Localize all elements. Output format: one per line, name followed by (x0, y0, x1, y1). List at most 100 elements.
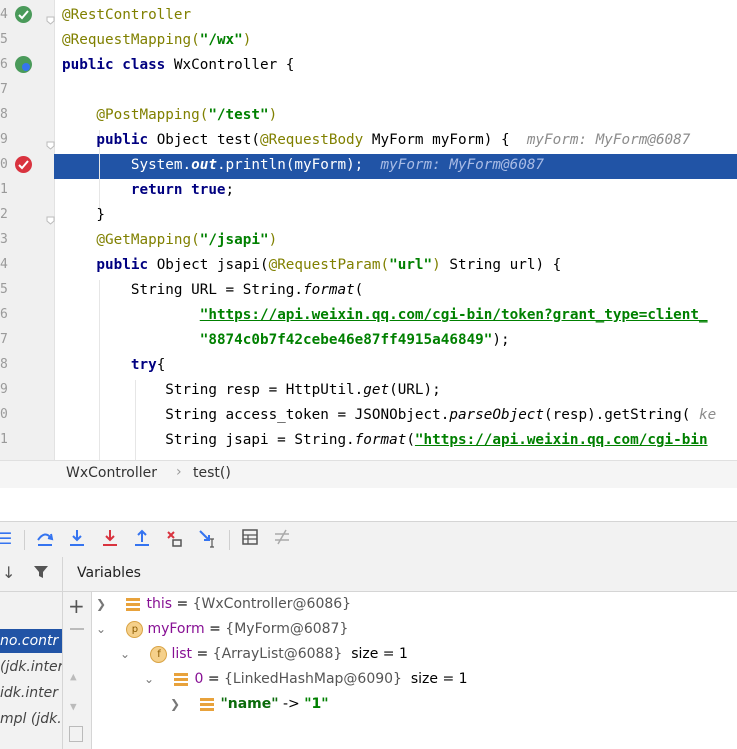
move-down-icon[interactable]: ▼ (70, 700, 77, 713)
code-line[interactable]: System.out.println(myForm); myForm: MyFo… (62, 153, 544, 178)
editor-gutter[interactable]: 4 5 6 7 8 9 0 1 2 3 4 5 6 7 8 9 0 1 (0, 0, 55, 460)
frame-item[interactable]: idk.inter (0, 681, 58, 705)
frames-toolbar: ↓ (0, 557, 62, 592)
code-line[interactable]: return true; (62, 178, 234, 203)
line-number: 6 (0, 57, 8, 72)
frame-item-selected[interactable]: no.contr (0, 629, 62, 653)
spring-bean-run-icon[interactable] (15, 56, 32, 73)
code-line[interactable]: public Object jsapi(@RequestParam("url")… (62, 253, 561, 278)
code-line[interactable]: String URL = String.format( (62, 278, 363, 303)
arrow-down-icon[interactable]: ↓ (2, 563, 15, 582)
force-step-into-icon[interactable] (99, 528, 121, 550)
code-token: return true (62, 182, 226, 198)
variable-row-myform[interactable]: ⌄ p myForm = {MyForm@6087} (96, 617, 348, 642)
code-token: Object jsapi( (156, 257, 269, 273)
move-up-icon[interactable]: ▲ (70, 670, 77, 683)
debug-toolbar: ☰ (0, 521, 737, 558)
frames-panel: ↓ no.contr (jdk.inter idk.inter mpl (jdk… (0, 557, 63, 749)
run-to-cursor-icon[interactable] (196, 528, 218, 550)
code-token: try (62, 357, 157, 373)
code-line[interactable]: "8874c0b7f42cebe46e87ff4915a46849"); (62, 328, 510, 353)
variable-row-list[interactable]: ⌄ f list = {ArrayList@6088} size = 1 (120, 642, 408, 667)
line-number: 7 (0, 82, 8, 97)
chevron-down-icon[interactable]: ⌄ (120, 642, 134, 667)
code-token: @PostMapping( (62, 107, 209, 123)
code-line[interactable]: String jsapi = String.format("https://ap… (62, 428, 708, 453)
code-token: @RequestParam( (268, 257, 390, 273)
filter-icon[interactable] (32, 563, 50, 585)
code-token: String URL = String. (62, 282, 304, 298)
code-token: @GetMapping( (62, 232, 200, 248)
code-token: { (156, 357, 166, 373)
code-token: myForm: MyForm@6087 (380, 157, 545, 173)
code-token: ( (406, 432, 415, 448)
variable-row-this[interactable]: ❯ this = {WxController@6086} (96, 592, 351, 617)
menu-icon[interactable]: ☰ (0, 528, 16, 550)
code-line[interactable]: @PostMapping("/test") (62, 103, 277, 128)
code-line[interactable]: @RestController (62, 3, 191, 28)
code-token: format (354, 432, 407, 448)
breadcrumb-class[interactable]: WxController (66, 465, 157, 481)
line-number: 6 (0, 307, 8, 322)
line-number: 4 (0, 7, 8, 22)
step-out-icon[interactable] (131, 528, 153, 550)
line-number: 5 (0, 32, 8, 47)
field-icon: f (150, 645, 168, 663)
breadcrumb: WxController › test() (0, 460, 737, 489)
chevron-down-icon[interactable]: ⌄ (144, 667, 158, 692)
code-line[interactable]: public Object test(@RequestBody MyForm m… (62, 128, 690, 153)
code-token: String url) { (449, 257, 562, 273)
frame-item[interactable]: (jdk.inter (0, 655, 62, 679)
code-line[interactable]: try{ (62, 353, 165, 378)
code-token: String jsapi = String. (62, 432, 355, 448)
parameter-icon: p (126, 620, 144, 638)
spring-bean-icon[interactable] (15, 6, 32, 23)
code-token: "8874c0b7f42cebe46e87ff4915a46849" (199, 332, 493, 348)
chevron-down-icon[interactable]: ⌄ (96, 617, 110, 642)
code-token: String access_token = JSONObject. (62, 407, 450, 423)
variables-side-toolbar: + ▲ ▼ (63, 592, 92, 749)
copy-icon[interactable] (69, 726, 83, 742)
breakpoint-icon[interactable] (15, 156, 32, 173)
code-token: "https://api.weixin.qq.com/cgi-bin/token… (199, 307, 708, 323)
code-token: ; (225, 182, 235, 198)
variables-tree: ❯ this = {WxController@6086} ⌄ p myForm =… (92, 592, 737, 749)
chevron-right-icon[interactable]: ❯ (170, 692, 184, 717)
code-line[interactable]: "https://api.weixin.qq.com/cgi-bin/token… (62, 303, 708, 328)
frame-item[interactable]: mpl (jdk.r (0, 707, 62, 731)
code-line[interactable]: } (62, 203, 105, 228)
fold-marker-icon[interactable] (46, 135, 55, 150)
breadcrumb-method[interactable]: test() (193, 465, 231, 481)
code-token: ) (268, 107, 278, 123)
line-number: 1 (0, 182, 8, 197)
code-token: ) (268, 232, 278, 248)
code-token: "https://api.weixin.qq.com/cgi-bin (414, 432, 708, 448)
code-token: "/jsapi" (199, 232, 269, 248)
fold-marker-icon[interactable] (46, 10, 55, 25)
code-token: (resp).getString( (544, 407, 699, 423)
variable-row-0[interactable]: ⌄ 0 = {LinkedHashMap@6090} size = 1 (144, 667, 468, 692)
code-token: public (62, 132, 157, 148)
drop-frame-icon[interactable] (164, 528, 186, 550)
chevron-right-icon[interactable]: ❯ (96, 592, 110, 617)
code-editor[interactable]: 4 5 6 7 8 9 0 1 2 3 4 5 6 7 8 9 0 1 @RestController @Reque… (0, 0, 737, 460)
add-watch-icon[interactable]: + (68, 594, 85, 618)
remove-watch-icon[interactable] (70, 628, 84, 630)
code-line[interactable]: @GetMapping("/jsapi") (62, 228, 277, 253)
code-line[interactable]: public class WxController { (62, 53, 294, 78)
code-token: ( (354, 282, 364, 298)
step-into-icon[interactable] (66, 528, 88, 550)
code-line[interactable]: @RequestMapping("/wx") (62, 28, 251, 53)
code-line[interactable]: String access_token = JSONObject.parseOb… (62, 403, 716, 428)
code-line[interactable]: String resp = HttpUtil.get(URL); (62, 378, 440, 403)
variable-row-name[interactable]: ❯ "name" -> "1" (170, 692, 329, 717)
toolbar-separator (24, 530, 25, 550)
code-token: @RequestBody (259, 132, 372, 148)
step-over-icon[interactable] (34, 528, 56, 550)
trace-icon[interactable] (271, 528, 293, 550)
code-token: format (303, 282, 355, 298)
evaluate-icon[interactable] (239, 528, 261, 550)
fold-marker-icon[interactable] (46, 210, 55, 225)
code-token: String resp = HttpUtil. (62, 382, 364, 398)
code-token: ) (242, 32, 252, 48)
